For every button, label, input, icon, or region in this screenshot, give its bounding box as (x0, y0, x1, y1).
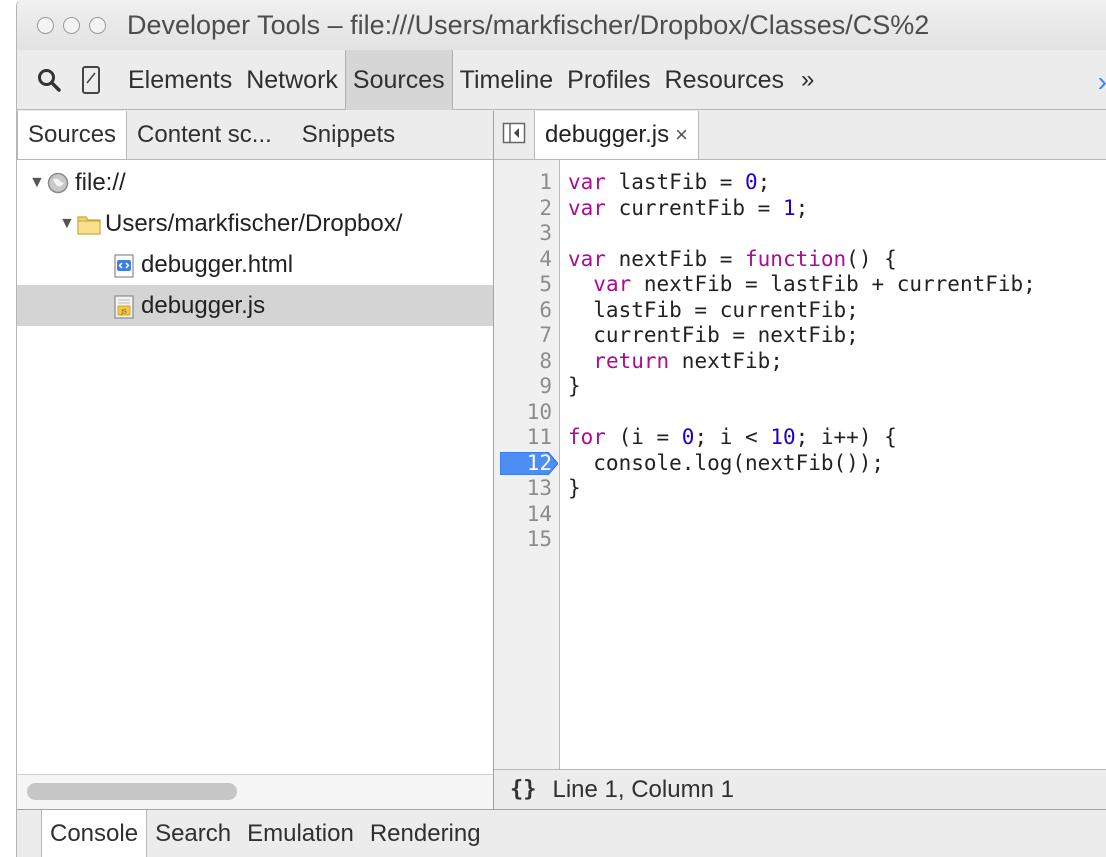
cursor-position: Line 1, Column 1 (552, 775, 734, 803)
sidebar-toggle-icon (502, 122, 526, 149)
code-content[interactable]: var lastFib = 0; var currentFib = 1; var… (560, 160, 1106, 769)
code-line[interactable]: var nextFib = lastFib + currentFib; (568, 272, 1106, 298)
nav-tab-sources[interactable]: Sources (17, 111, 128, 159)
tree-item-file[interactable]: debugger.html (17, 244, 493, 285)
code-line[interactable]: } (568, 476, 1106, 502)
tab-elements[interactable]: Elements (121, 50, 239, 110)
tree-item-root[interactable]: ▼ file:// (17, 162, 493, 203)
main-toolbar: Elements Network Sources Timeline Profil… (17, 49, 1106, 110)
toggle-navigator-button[interactable] (494, 111, 534, 159)
drawer-tab-emulation[interactable]: Emulation (239, 810, 362, 857)
editor-tab-strip: debugger.js × (494, 111, 1106, 160)
tab-network[interactable]: Network (239, 50, 345, 110)
breakpoint-line-label: 12 (526, 450, 552, 475)
zoom-window-button[interactable] (89, 16, 106, 34)
tree-item-label: file:// (75, 168, 126, 196)
editor-tab-debugger-js[interactable]: debugger.js × (534, 111, 699, 159)
code-line[interactable]: currentFib = nextFib; (568, 323, 1106, 349)
code-line[interactable] (568, 502, 1106, 528)
code-line[interactable] (568, 527, 1106, 553)
sources-navigator: Sources Content sc... Snippets ▼ file://… (17, 111, 494, 809)
scrollbar-thumb[interactable] (27, 783, 237, 800)
line-number[interactable]: 9 (494, 374, 559, 400)
nav-tab-snippets[interactable]: Snippets (292, 111, 405, 159)
search-icon[interactable] (31, 62, 67, 98)
tree-item-folder[interactable]: ▼ Users/markfischer/Dropbox/ (17, 203, 493, 244)
tab-resources[interactable]: Resources (658, 50, 792, 110)
code-line[interactable]: console.log(nextFib()); (568, 451, 1106, 477)
window-controls (37, 16, 115, 34)
triangle-down-icon[interactable]: ▼ (59, 215, 77, 233)
pretty-print-button[interactable]: {} (494, 777, 553, 802)
horizontal-scrollbar[interactable] (17, 774, 493, 809)
code-line[interactable]: return nextFib; (568, 349, 1106, 375)
close-icon[interactable]: × (675, 122, 688, 147)
tree-item-label: Users/markfischer/Dropbox/ (105, 209, 403, 237)
drawer-tab-search[interactable]: Search (147, 810, 239, 857)
title-bar: Developer Tools – file:///Users/markfisc… (17, 0, 1106, 50)
navigator-tabs: Sources Content sc... Snippets (17, 111, 493, 160)
code-line[interactable]: lastFib = currentFib; (568, 298, 1106, 324)
line-number[interactable]: 10 (494, 400, 559, 426)
chevron-right-icon[interactable]: › (1098, 66, 1106, 98)
html-file-icon (113, 253, 135, 278)
device-mode-icon[interactable] (73, 62, 109, 98)
code-line[interactable] (568, 221, 1106, 247)
drawer-tab-rendering[interactable]: Rendering (362, 810, 489, 857)
line-number[interactable]: 1 (494, 170, 559, 196)
folder-icon (77, 213, 101, 235)
code-line[interactable]: var lastFib = 0; (568, 170, 1106, 196)
js-file-icon: JS (113, 294, 135, 319)
line-number[interactable]: 13 (494, 476, 559, 502)
line-number[interactable]: 11 (494, 425, 559, 451)
editor-tab-label: debugger.js (545, 121, 670, 148)
line-number[interactable]: 14 (494, 502, 559, 528)
tree-item-label: debugger.html (141, 250, 294, 278)
editor-status-bar: {} Line 1, Column 1 (494, 769, 1106, 809)
tab-timeline[interactable]: Timeline (453, 50, 561, 110)
more-tabs-button[interactable]: » (791, 66, 824, 94)
code-area[interactable]: 1 2 3 4 5 6 7 8 9 10 11 12 13 14 15 var … (494, 160, 1106, 769)
line-number[interactable]: 2 (494, 196, 559, 222)
minimize-window-button[interactable] (63, 16, 80, 34)
line-number[interactable]: 15 (494, 527, 559, 553)
file-tree: ▼ file:// ▼ Users/markfischer/Dropbox/ d… (17, 162, 493, 326)
line-number[interactable]: 7 (494, 323, 559, 349)
breakpoint-line-number[interactable]: 12 (494, 451, 559, 477)
nav-tab-content-scripts[interactable]: Content sc... (127, 111, 282, 159)
line-number[interactable]: 3 (494, 221, 559, 247)
line-gutter[interactable]: 1 2 3 4 5 6 7 8 9 10 11 12 13 14 15 (494, 160, 560, 769)
line-number[interactable]: 8 (494, 349, 559, 375)
tree-item-label: debugger.js (141, 291, 266, 319)
source-editor: debugger.js × 1 2 3 4 5 6 7 8 9 10 11 12… (494, 111, 1106, 809)
tree-item-file-selected[interactable]: JS debugger.js (17, 285, 493, 326)
line-number[interactable]: 4 (494, 247, 559, 273)
tab-sources[interactable]: Sources (344, 49, 453, 110)
window-title: Developer Tools – file:///Users/markfisc… (127, 9, 930, 40)
globe-icon (47, 172, 69, 194)
tab-profiles[interactable]: Profiles (560, 50, 657, 110)
code-line[interactable]: var nextFib = function() { (568, 247, 1106, 273)
line-number[interactable]: 6 (494, 298, 559, 324)
svg-text:JS: JS (120, 308, 127, 315)
close-window-button[interactable] (37, 16, 54, 34)
line-number[interactable]: 5 (494, 272, 559, 298)
drawer-tab-console[interactable]: Console (41, 810, 148, 857)
code-line[interactable] (568, 400, 1106, 426)
code-line[interactable]: var currentFib = 1; (568, 196, 1106, 222)
triangle-down-icon[interactable]: ▼ (29, 174, 47, 192)
drawer-tabs: Console Search Emulation Rendering (17, 809, 1106, 857)
devtools-window: Developer Tools – file:///Users/markfisc… (16, 0, 1106, 857)
code-line[interactable]: } (568, 374, 1106, 400)
code-line[interactable]: for (i = 0; i < 10; i++) { (568, 425, 1106, 451)
